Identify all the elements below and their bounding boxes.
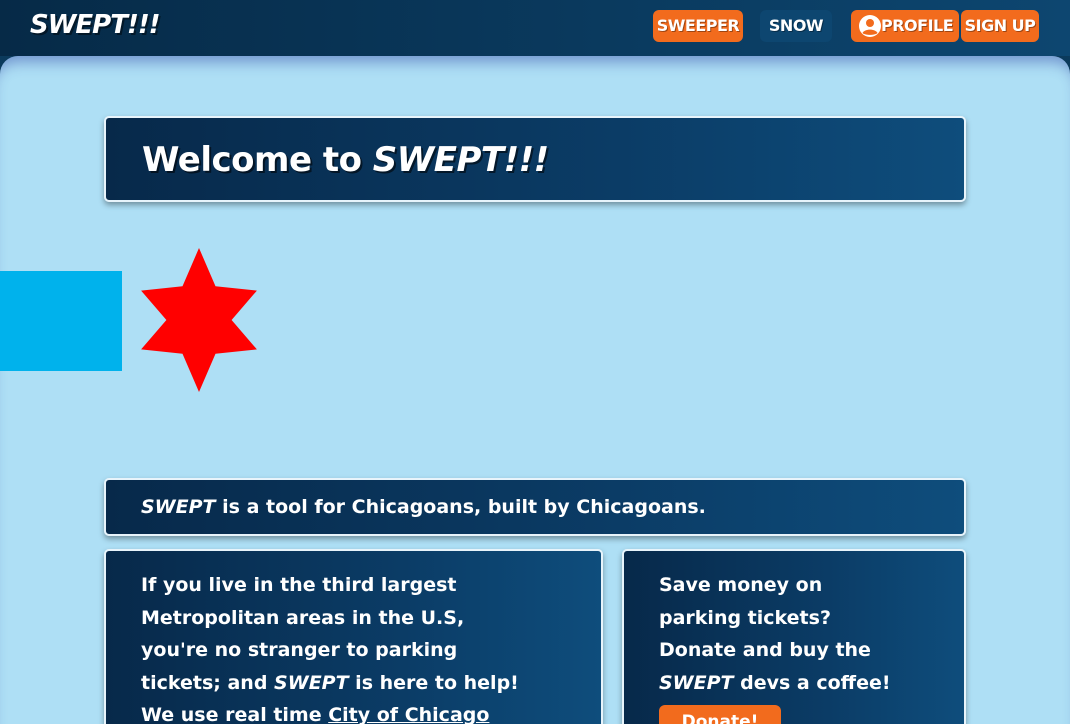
chicago-flag-stripe (0, 271, 122, 371)
donate-text: Save money on parking tickets? Donate an… (659, 569, 891, 699)
info-line-prefix: tickets; and (141, 671, 275, 694)
tagline-text: SWEPT is a tool for Chicagoans, built by… (141, 496, 706, 518)
welcome-brand: SWEPT!!! (372, 140, 549, 180)
info-text: If you live in the third largest Metropo… (141, 569, 519, 724)
info-line-prefix: We use real time (141, 704, 329, 724)
donate-button[interactable]: Donate! (659, 705, 781, 724)
user-circle-icon (859, 15, 881, 37)
profile-label: PROFILE (881, 16, 954, 35)
signup-button[interactable]: SIGN UP (961, 10, 1039, 42)
info-card-parking: If you live in the third largest Metropo… (104, 549, 603, 724)
info-line: tickets; and SWEPT is here to help! (141, 667, 519, 700)
info-line-suffix: is here to help! (348, 671, 519, 694)
donate-brand: SWEPT (659, 671, 734, 694)
page-title: Welcome to SWEPT!!! (142, 140, 549, 180)
donate-line: Save money on (659, 574, 823, 596)
brand-logo[interactable]: SWEPT!!! (30, 10, 161, 40)
info-brand: SWEPT (274, 671, 349, 694)
tagline-brand: SWEPT (141, 496, 216, 518)
tagline-card: SWEPT is a tool for Chicagoans, built by… (104, 478, 966, 536)
profile-button[interactable]: PROFILE (851, 10, 959, 42)
tagline-body: is a tool for Chicagoans, built by Chica… (215, 496, 706, 518)
chicago-star-icon (141, 248, 257, 392)
info-line: Metropolitan areas in the U.S, (141, 606, 465, 629)
main-content: Welcome to SWEPT!!! SWEPT is a tool for … (0, 56, 1070, 724)
snow-button[interactable]: SNOW (760, 10, 832, 42)
info-line: you're no stranger to parking (141, 639, 458, 661)
donate-line: Donate and buy the (659, 639, 871, 661)
donate-line-suffix: devs a coffee! (733, 671, 891, 694)
donate-line: SWEPT devs a coffee! (659, 667, 891, 700)
welcome-banner: Welcome to SWEPT!!! (104, 116, 966, 202)
donate-card: Save money on parking tickets? Donate an… (622, 549, 966, 724)
city-of-chicago-link[interactable]: City of Chicago (328, 704, 489, 724)
sweeper-button[interactable]: SWEEPER (653, 10, 743, 42)
info-line: If you live in the third largest (141, 574, 457, 596)
info-line: We use real time City of Chicago (141, 699, 519, 724)
welcome-prefix: Welcome to (142, 140, 373, 180)
navbar: SWEPT!!! SWEEPER SNOW PROFILE SIGN UP (0, 0, 1070, 56)
donate-line: parking tickets? (659, 606, 831, 629)
